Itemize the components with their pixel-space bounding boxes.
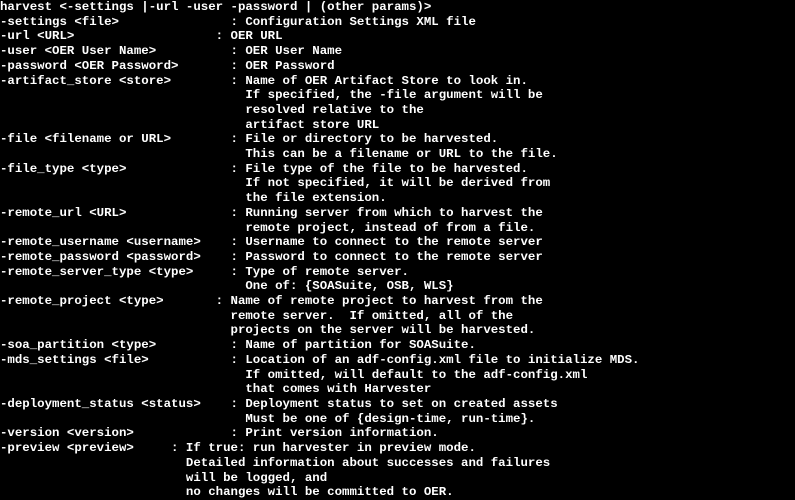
terminal-line: If not specified, it will be derived fro… [0,176,795,191]
terminal-output: harvest <-settings |-url -user -password… [0,0,795,500]
terminal-line: the file extension. [0,191,795,206]
terminal-line: -file <filename or URL> : File or direct… [0,132,795,147]
terminal-line: This can be a filename or URL to the fil… [0,147,795,162]
terminal-line: -artifact_store <store> : Name of OER Ar… [0,74,795,89]
terminal-line: -settings <file> : Configuration Setting… [0,15,795,30]
terminal-line: -remote_server_type <type> : Type of rem… [0,265,795,280]
terminal-line: remote project, instead of from a file. [0,221,795,236]
terminal-line: Must be one of {design-time, run-time}. [0,412,795,427]
terminal-line: -version <version> : Print version infor… [0,426,795,441]
terminal-line: -preview <preview> : If true: run harves… [0,441,795,456]
terminal-line: -password <OER Password> : OER Password [0,59,795,74]
terminal-line: One of: {SOASuite, OSB, WLS} [0,279,795,294]
terminal-line: -user <OER User Name> : OER User Name [0,44,795,59]
terminal-line: will be logged, and [0,471,795,486]
terminal-line: If omitted, will default to the adf-conf… [0,368,795,383]
terminal-line: artifact store URL [0,118,795,133]
terminal-line: that comes with Harvester [0,382,795,397]
terminal-line: -soa_partition <type> : Name of partitio… [0,338,795,353]
terminal-line: Detailed information about successes and… [0,456,795,471]
terminal-line: If specified, the -file argument will be [0,88,795,103]
terminal-line: resolved relative to the [0,103,795,118]
terminal-line: remote server. If omitted, all of the [0,309,795,324]
terminal-line: -remote_url <URL> : Running server from … [0,206,795,221]
terminal-line: no changes will be committed to OER. [0,485,795,500]
terminal-line: -mds_settings <file> : Location of an ad… [0,353,795,368]
terminal-line: harvest <-settings |-url -user -password… [0,0,795,15]
terminal-line: -remote_password <password> : Password t… [0,250,795,265]
terminal-line: -remote_username <username> : Username t… [0,235,795,250]
terminal-line: projects on the server will be harvested… [0,323,795,338]
terminal-line: -deployment_status <status> : Deployment… [0,397,795,412]
terminal-line: -file_type <type> : File type of the fil… [0,162,795,177]
terminal-line: -remote_project <type> : Name of remote … [0,294,795,309]
terminal-line: -url <URL> : OER URL [0,29,795,44]
